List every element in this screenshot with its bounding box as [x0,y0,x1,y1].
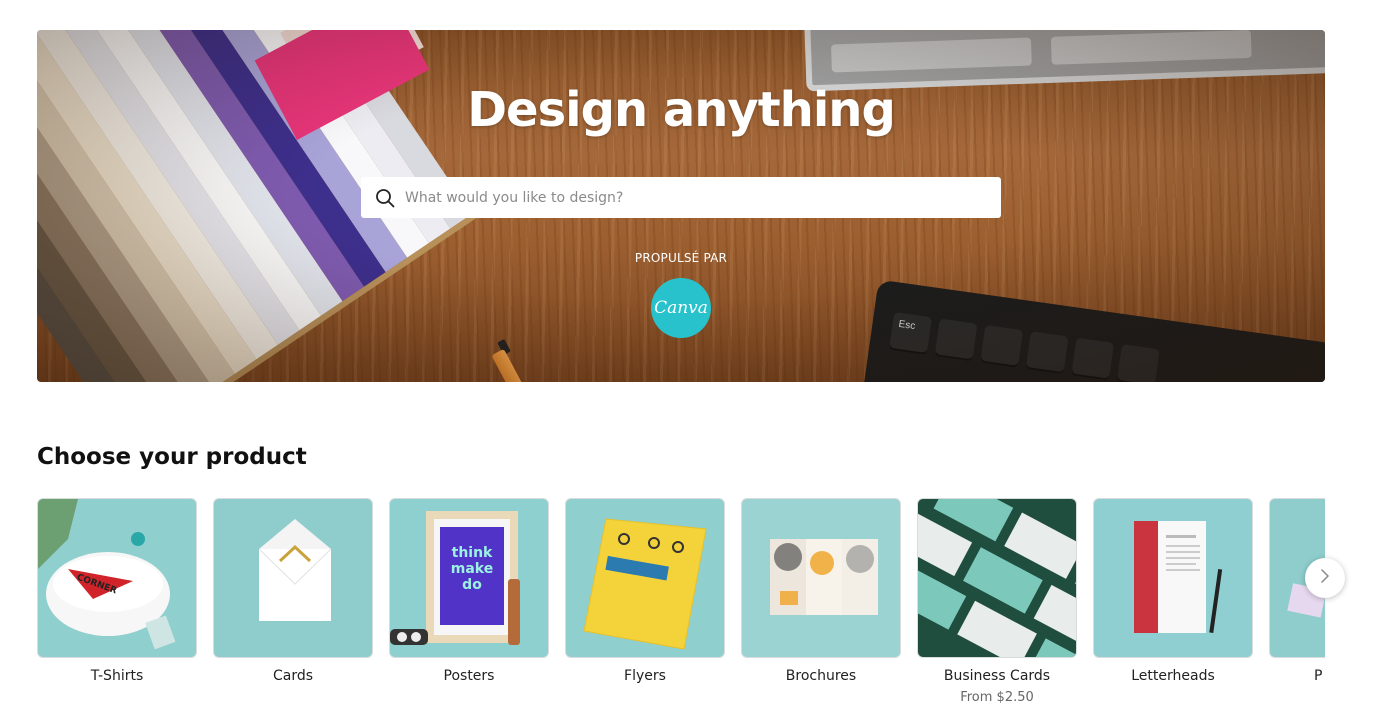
tshirts-thumbnail[interactable]: CORNER [37,498,197,658]
product-name: Flyers [624,668,666,684]
posters-thumbnail[interactable]: think make do [389,498,549,658]
product-card-letterheads[interactable]: Letterheads [1093,498,1253,684]
hero-title: Design anything [467,82,896,138]
chevron-right-icon [1319,568,1331,588]
product-name: Cards [272,668,314,684]
canva-logo[interactable]: Canva [651,278,711,338]
hero-banner: Esc Design anything PROPULSÉ PAR Canva [37,30,1325,382]
section-title: Choose your product [37,444,307,470]
poster-line: think [451,545,493,561]
product-name: P [1314,668,1323,684]
product-name: Brochures [785,668,857,684]
search-icon [373,186,397,210]
search-input[interactable] [405,177,1001,218]
cards-thumbnail[interactable] [213,498,373,658]
product-carousel: CORNER T-Shirts Cards think make do Post… [37,498,1325,719]
carousel-next-button[interactable] [1305,558,1345,598]
search-bar[interactable] [361,177,1001,218]
business-cards-thumbnail[interactable] [917,498,1077,658]
product-name: Letterheads [1131,668,1215,684]
letterheads-thumbnail[interactable] [1093,498,1253,658]
flyers-thumbnail[interactable] [565,498,725,658]
poster-line: make [450,561,494,577]
canva-logo-text: Canva [654,298,708,318]
product-card-tshirts[interactable]: CORNER T-Shirts [37,498,197,684]
poster-line: do [462,577,482,593]
product-card-flyers[interactable]: Flyers [565,498,725,684]
product-card-cards[interactable]: Cards [213,498,373,684]
poster-text: think make do [444,545,500,593]
product-name: Posters [443,668,495,684]
brochures-thumbnail[interactable] [741,498,901,658]
product-name: Business Cards [943,668,1051,684]
product-card-posters[interactable]: think make do Posters [389,498,549,684]
powered-by-label: PROPULSÉ PAR [634,251,728,265]
product-price: From $2.50 [960,690,1034,705]
product-name: T-Shirts [90,668,144,684]
product-card-brochures[interactable]: Brochures [741,498,901,684]
product-card-business-cards[interactable]: Business Cards From $2.50 [917,498,1077,705]
